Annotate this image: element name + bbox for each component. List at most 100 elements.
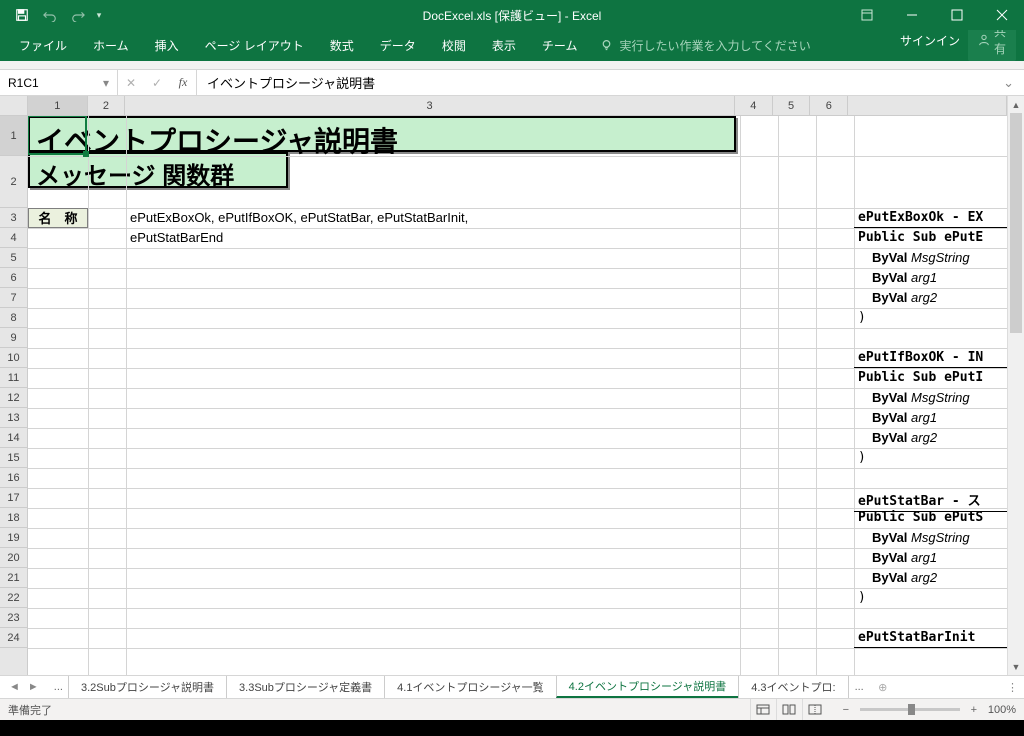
zoom-knob[interactable] [908,704,915,715]
row-header-21[interactable]: 21 [0,568,27,588]
col-header-5[interactable]: 5 [773,96,811,115]
title-cell-right[interactable]: メッセージ 関数群 [28,152,288,188]
sheet-tab-0[interactable]: 3.2Subプロシージャ説明書 [68,676,227,698]
row-header-3[interactable]: 3 [0,208,27,228]
signin-link[interactable]: サインイン [900,32,960,49]
view-normal-button[interactable] [750,699,776,721]
tab-nav-prev[interactable]: ◄ [6,681,23,693]
expand-formula-icon[interactable]: ⌄ [1003,75,1014,91]
row-header-7[interactable]: 7 [0,288,27,308]
row-header-8[interactable]: 8 [0,308,27,328]
row-header-1[interactable]: 1 [0,116,27,156]
sheet-tab-2[interactable]: 4.1イベントプロシージャ一覧 [384,676,557,698]
col-header-6[interactable]: 6 [810,96,848,115]
minimize-button[interactable] [889,0,934,30]
names-row-2[interactable]: ePutStatBarEnd [126,228,227,248]
sheet-tab-3[interactable]: 4.2イベントプロシージャ説明書 [556,676,740,698]
view-page-break-button[interactable] [802,699,828,721]
code-line-15[interactable]: ByVal arg1 [854,548,1007,568]
qat-customize-dropdown[interactable]: ▾ [92,0,106,30]
cancel-formula-button[interactable]: ✕ [118,76,144,90]
code-line-2[interactable]: ByVal MsgString [854,248,1007,268]
enter-formula-button[interactable]: ✓ [144,76,170,90]
row-header-9[interactable]: 9 [0,328,27,348]
tab-team[interactable]: チーム [529,30,591,61]
col-header-3[interactable]: 3 [125,96,735,115]
tab-page-layout[interactable]: ページ レイアウト [192,30,317,61]
tab-nav-next[interactable]: ► [25,681,42,693]
col-header-4[interactable]: 4 [735,96,773,115]
tab-home[interactable]: ホーム [80,30,142,61]
zoom-slider[interactable] [860,708,960,711]
tab-file[interactable]: ファイル [6,30,80,61]
row-header-16[interactable]: 16 [0,468,27,488]
redo-button[interactable] [64,0,92,30]
name-box[interactable]: R1C1 ▾ [0,70,118,95]
code-line-5[interactable]: ) [854,308,1007,327]
row-header-6[interactable]: 6 [0,268,27,288]
sheet-tab-4[interactable]: 4.3イベントプロ: [738,676,848,698]
code-line-18[interactable]: ePutStatBarInit [854,628,1007,648]
undo-button[interactable] [36,0,64,30]
code-line-14[interactable]: ByVal MsgString [854,528,1007,548]
code-line-9[interactable]: ByVal arg1 [854,408,1007,428]
code-line-3[interactable]: ByVal arg1 [854,268,1007,288]
tab-view[interactable]: 表示 [479,30,529,61]
row-header-24[interactable]: 24 [0,628,27,648]
tell-me-search[interactable]: 実行したい作業を入力してください [590,30,820,61]
row-header-14[interactable]: 14 [0,428,27,448]
tab-menu-icon[interactable]: ⋮ [1001,676,1024,698]
row-header-17[interactable]: 17 [0,488,27,508]
formula-bar[interactable]: イベントプロシージャ説明書 ⌄ [197,70,1024,95]
row-header-20[interactable]: 20 [0,548,27,568]
row-header-23[interactable]: 23 [0,608,27,628]
ribbon-display-button[interactable] [844,0,889,30]
row-header-4[interactable]: 4 [0,228,27,248]
row-header-10[interactable]: 10 [0,348,27,368]
code-line-10[interactable]: ByVal arg2 [854,428,1007,448]
col-header-2[interactable]: 2 [88,96,126,115]
tab-data[interactable]: データ [367,30,429,61]
sheet-tab-1[interactable]: 3.3Subプロシージャ定義書 [226,676,385,698]
row-header-18[interactable]: 18 [0,508,27,528]
zoom-in-button[interactable]: + [966,704,982,716]
tab-overflow-left[interactable]: ... [48,676,69,698]
tab-overflow-right[interactable]: ... [849,676,870,698]
insert-function-button[interactable]: fx [170,75,196,90]
col-header-1[interactable]: 1 [28,96,88,115]
save-button[interactable] [8,0,36,30]
row-header-2[interactable]: 2 [0,156,27,208]
code-line-1[interactable]: Public Sub ePutE [854,228,1007,247]
row-header-13[interactable]: 13 [0,408,27,428]
scroll-down-icon[interactable]: ▼ [1008,658,1024,675]
tab-insert[interactable]: 挿入 [142,30,192,61]
label-name-cell[interactable]: 名 称 [28,208,88,228]
code-line-6[interactable]: ePutIfBoxOK - IN [854,348,1007,368]
code-line-0[interactable]: ePutExBoxOk - EX [854,208,1007,228]
horizontal-scroll-area[interactable] [896,676,1001,698]
code-line-16[interactable]: ByVal arg2 [854,568,1007,588]
title-cell-main[interactable]: イベントプロシージャ説明書 [28,116,736,152]
names-row-1[interactable]: ePutExBoxOk, ePutIfBoxOK, ePutStatBar, e… [126,208,472,228]
view-page-layout-button[interactable] [776,699,802,721]
row-header-15[interactable]: 15 [0,448,27,468]
cell-grid[interactable]: イベントプロシージャ説明書 メッセージ 関数群 名 称 ePutExBoxOk,… [28,116,1007,675]
row-header-12[interactable]: 12 [0,388,27,408]
code-line-13[interactable]: Public Sub ePutS [854,508,1007,527]
row-header-19[interactable]: 19 [0,528,27,548]
code-line-4[interactable]: ByVal arg2 [854,288,1007,308]
row-header-11[interactable]: 11 [0,368,27,388]
code-line-11[interactable]: ) [854,448,1007,467]
tab-formulas[interactable]: 数式 [317,30,367,61]
scroll-thumb[interactable] [1010,113,1022,333]
row-header-5[interactable]: 5 [0,248,27,268]
code-line-8[interactable]: ByVal MsgString [854,388,1007,408]
col-header-7[interactable] [848,96,1007,115]
row-header-22[interactable]: 22 [0,588,27,608]
tab-review[interactable]: 校閲 [429,30,479,61]
select-all-corner[interactable] [0,96,28,116]
code-line-7[interactable]: Public Sub ePutI [854,368,1007,387]
close-button[interactable] [979,0,1024,30]
zoom-out-button[interactable]: − [838,704,854,716]
code-line-17[interactable]: ) [854,588,1007,607]
